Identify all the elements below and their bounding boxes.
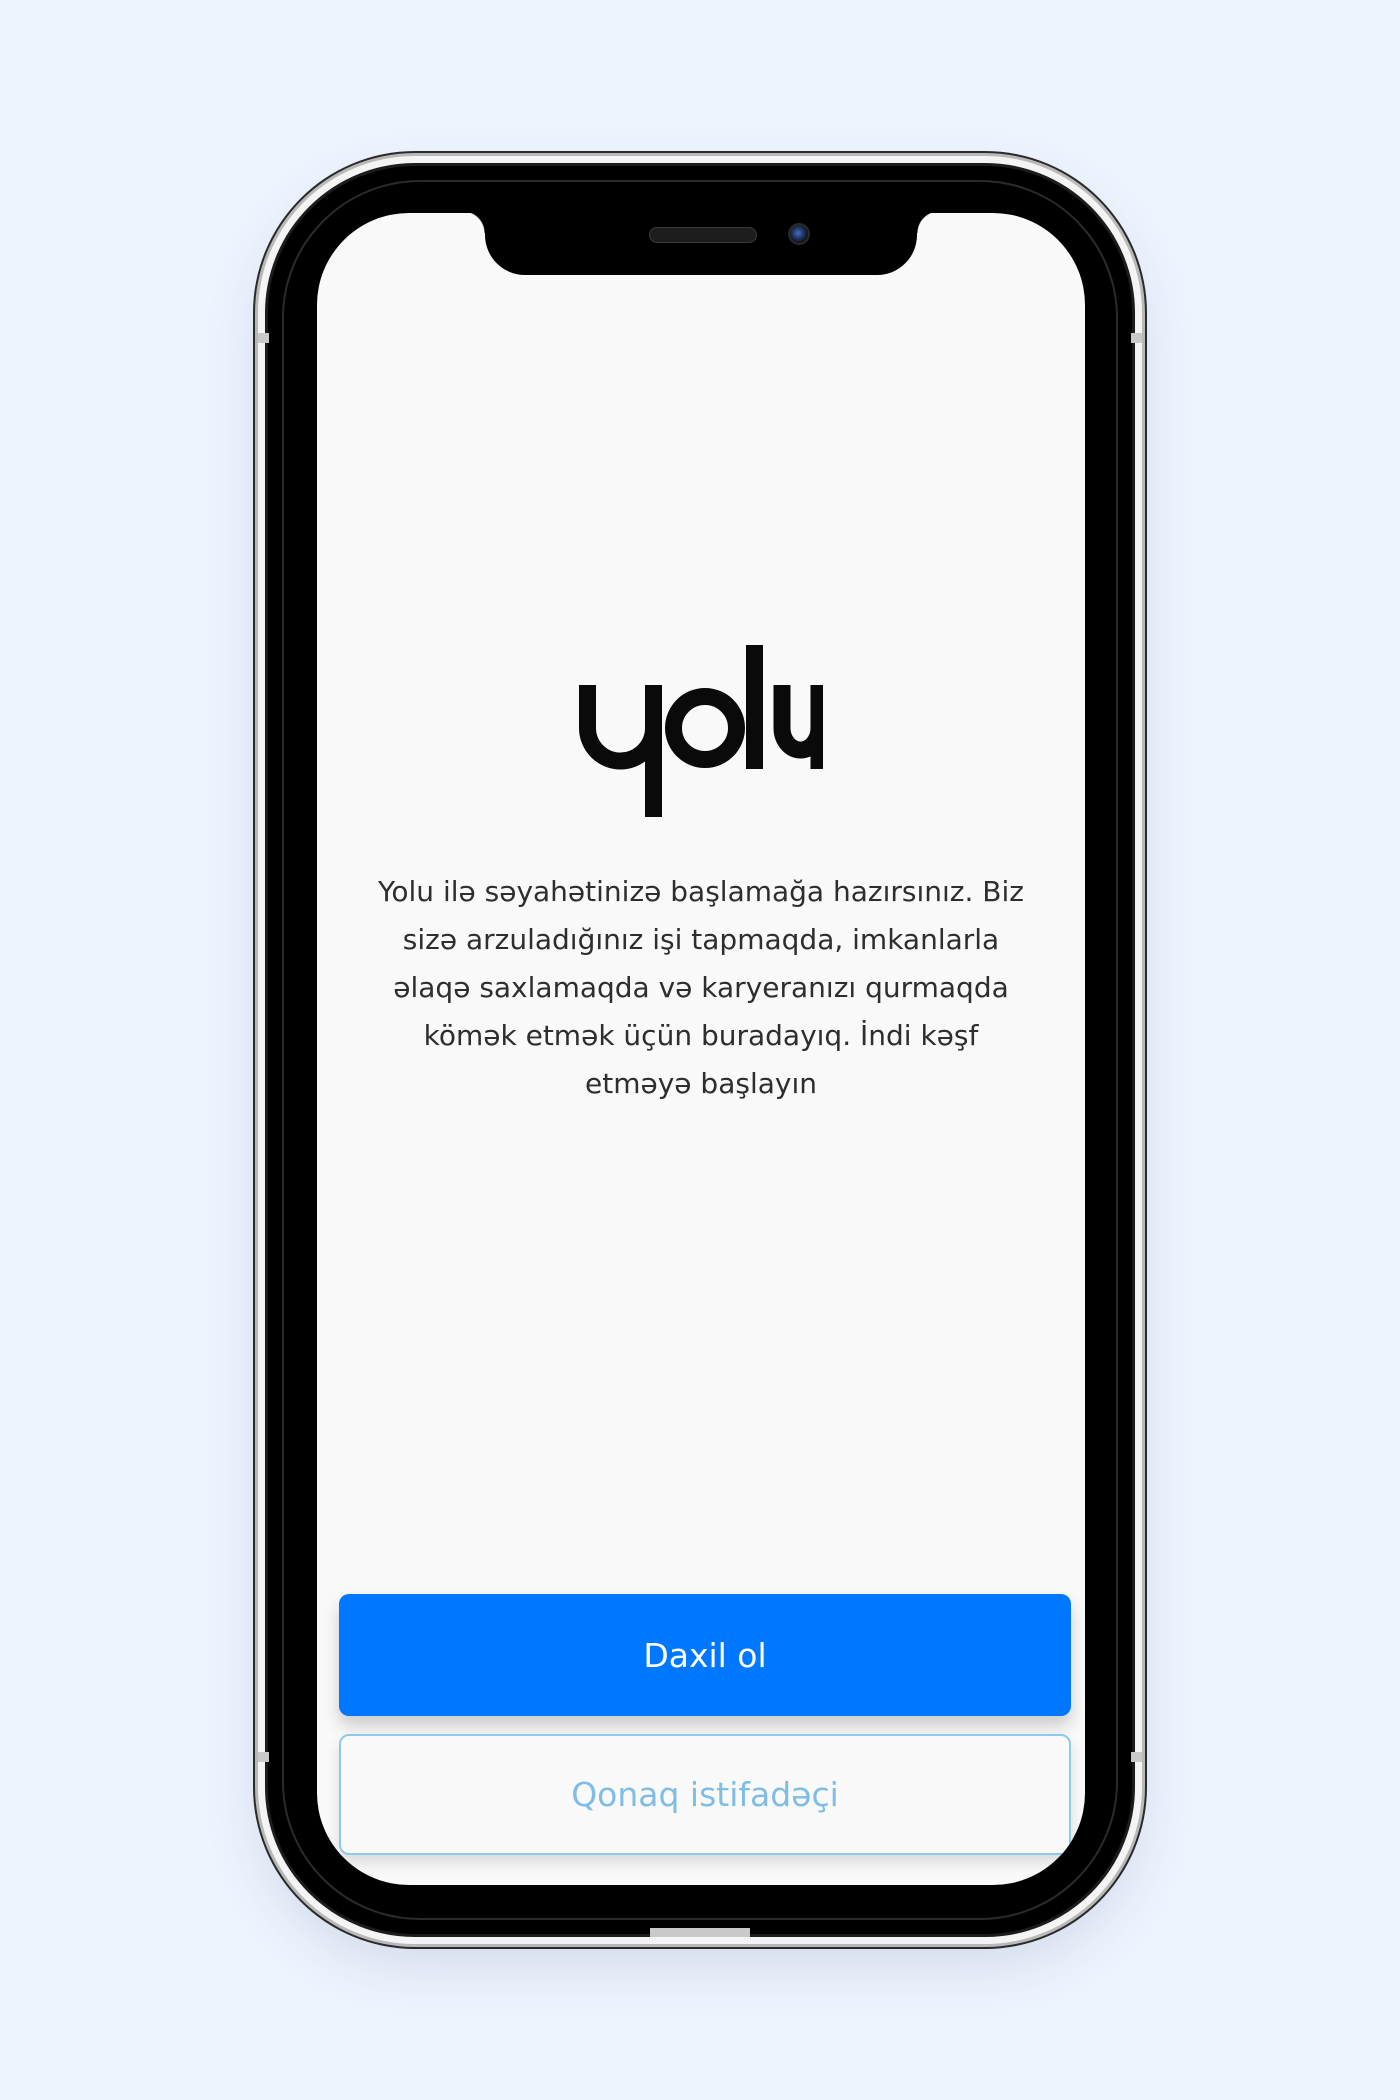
guest-user-button[interactable]: Qonaq istifadəçi xyxy=(339,1734,1071,1855)
yolu-logo: yolu xyxy=(579,645,823,817)
login-button[interactable]: Daxil ol xyxy=(339,1594,1071,1716)
login-button-label: Daxil ol xyxy=(643,1635,767,1675)
phone-screen: yolu Yolu ilə səyahətinizə başlamağa haz… xyxy=(317,213,1085,1885)
earpiece-speaker xyxy=(649,227,757,243)
antenna-band xyxy=(650,1928,750,1937)
front-camera xyxy=(788,223,810,245)
antenna-band xyxy=(258,333,269,343)
notch xyxy=(463,213,939,275)
guest-user-button-label: Qonaq istifadəçi xyxy=(571,1775,839,1814)
antenna-band xyxy=(1131,1752,1142,1762)
antenna-band xyxy=(258,1752,269,1762)
welcome-description: Yolu ilə səyahətinizə başlamağa hazırsın… xyxy=(378,875,1024,1100)
antenna-band xyxy=(1131,333,1142,343)
